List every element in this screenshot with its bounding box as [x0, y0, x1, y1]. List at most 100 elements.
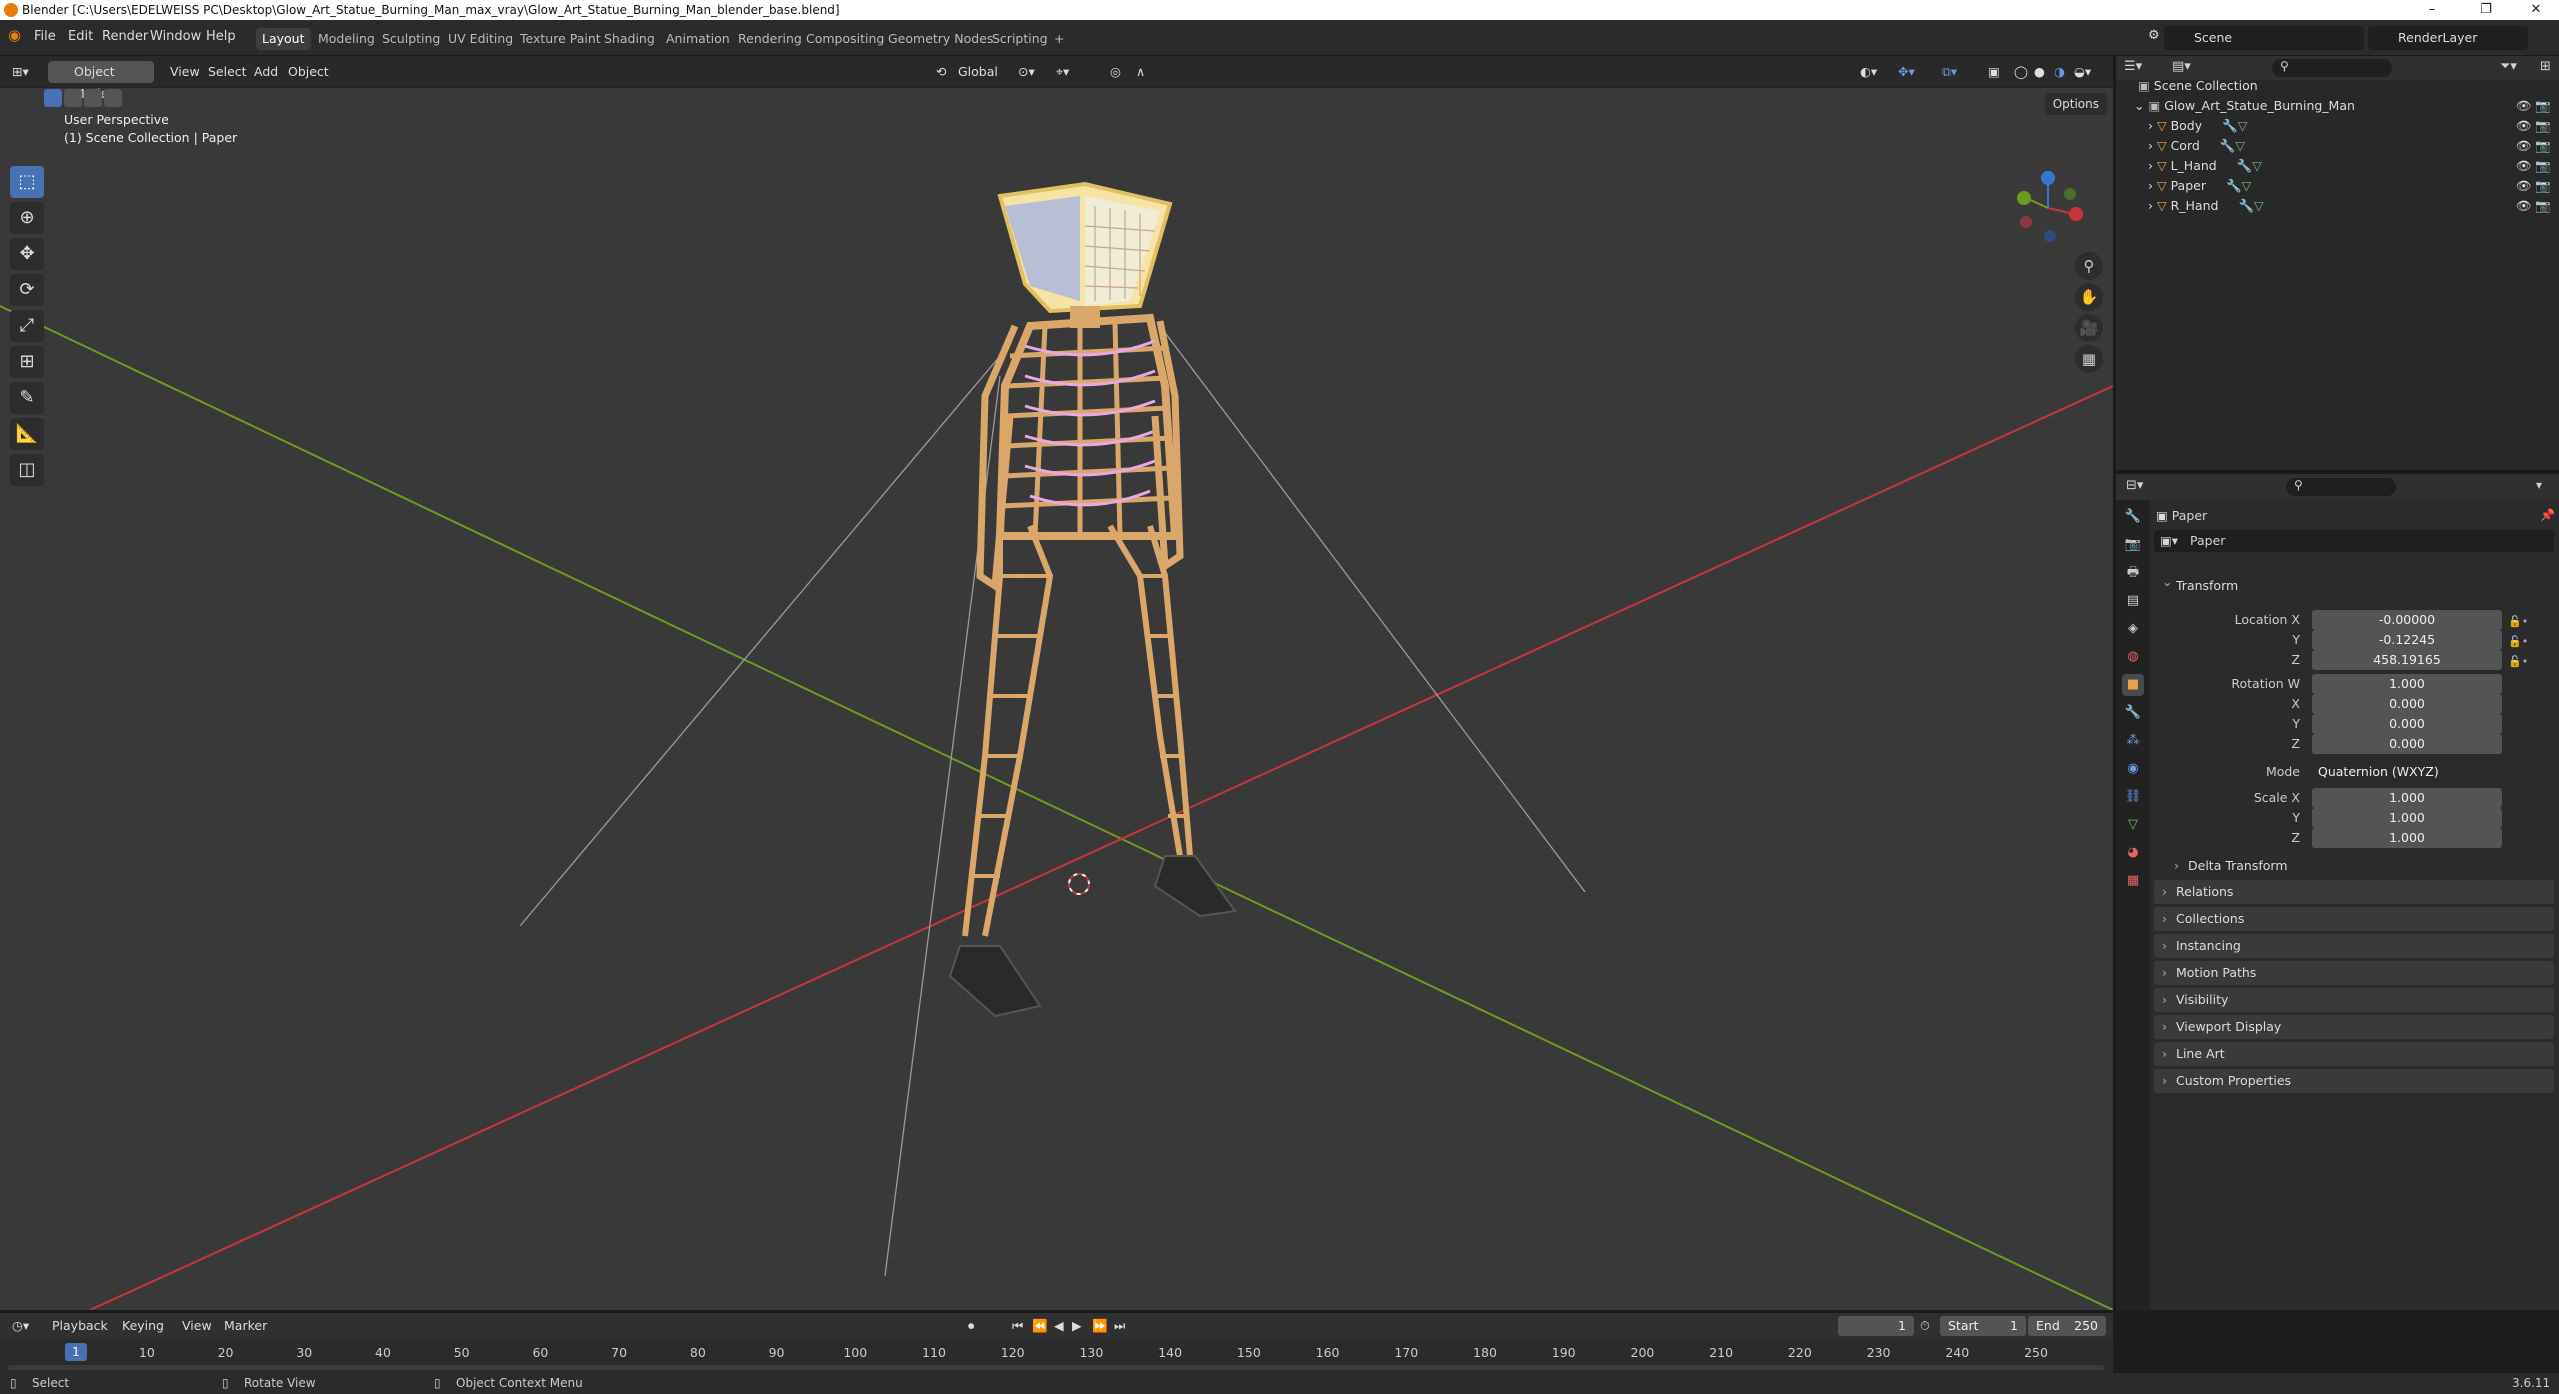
end-frame-field[interactable]: End 250: [2028, 1316, 2106, 1336]
outliner-editor-icon[interactable]: ☰▾: [2124, 59, 2142, 74]
tool-tab-icon[interactable]: 🔧: [2122, 506, 2144, 528]
outliner-collection[interactable]: ⌄ ▣ Glow_Art_Statue_Burning_Man 👁 📷: [2116, 96, 2559, 116]
properties-search-input[interactable]: ⚲: [2286, 478, 2396, 496]
scene-selector[interactable]: Scene: [2164, 26, 2364, 50]
timeline-editor-icon[interactable]: ◷▾: [12, 1317, 29, 1335]
wireframe-shading-icon[interactable]: ◯: [2014, 61, 2028, 83]
tab-animation[interactable]: Animation: [660, 28, 736, 50]
display-mode-icon[interactable]: ▤▾: [2172, 59, 2191, 74]
scale-x-field[interactable]: 1.000: [2312, 788, 2502, 808]
move-tool-icon[interactable]: ✥: [10, 238, 44, 270]
menu-add[interactable]: Add: [254, 61, 278, 83]
tab-compositing[interactable]: Compositing: [800, 28, 890, 50]
menu-view[interactable]: View: [170, 61, 200, 83]
expand-icon[interactable]: ⌄: [2134, 98, 2148, 113]
tab-rendering[interactable]: Rendering: [732, 28, 808, 50]
visibility-icon[interactable]: 👁 📷: [2516, 136, 2551, 156]
render-tab-icon[interactable]: 📷: [2122, 534, 2144, 556]
lock-icons[interactable]: 🔓• 🔓• 🔓•: [2508, 612, 2528, 672]
jump-start-icon[interactable]: ⏮: [1012, 1317, 1023, 1335]
collections-panel-header[interactable]: Collections: [2154, 907, 2554, 931]
scale-y-field[interactable]: 1.000: [2312, 808, 2502, 828]
material-tab-icon[interactable]: ◕: [2122, 842, 2144, 864]
scale-z-field[interactable]: 1.000: [2312, 828, 2502, 848]
tab-uv-editing[interactable]: UV Editing: [442, 28, 519, 50]
outliner-item-r-hand[interactable]: › ▽ R_Hand 🔧▽ 👁 📷: [2116, 196, 2559, 216]
constraints-tab-icon[interactable]: ⛓: [2122, 786, 2144, 808]
menu-help[interactable]: Help: [206, 29, 236, 44]
select-new-icon[interactable]: [44, 89, 62, 107]
new-collection-icon[interactable]: ⊞: [2540, 59, 2551, 74]
tab-scripting[interactable]: Scripting: [986, 28, 1054, 50]
gizmo-toggle-icon[interactable]: ✥▾: [1898, 61, 1915, 83]
outliner-item-cord[interactable]: › ▽ Cord 🔧▽ 👁 📷: [2116, 136, 2559, 156]
menu-render[interactable]: Render: [102, 29, 148, 44]
visibility-icon[interactable]: 👁 📷: [2516, 116, 2551, 136]
viewport-display-panel-header[interactable]: Viewport Display: [2154, 1015, 2554, 1039]
motion-paths-panel-header[interactable]: Motion Paths: [2154, 961, 2554, 985]
menu-playback[interactable]: Playback: [52, 1317, 108, 1335]
location-x-field[interactable]: -0.00000: [2312, 610, 2502, 630]
object-name-field[interactable]: ▣▾ Paper: [2154, 530, 2554, 552]
transform-tool-icon[interactable]: ⊞: [10, 346, 44, 378]
menu-object[interactable]: Object: [288, 61, 329, 83]
material-preview-icon[interactable]: ◑: [2054, 61, 2065, 83]
collection-visibility-icon[interactable]: 👁 📷: [2516, 96, 2551, 116]
rotation-y-field[interactable]: 0.000: [2312, 714, 2502, 734]
annotate-tool-icon[interactable]: ✎: [10, 382, 44, 414]
modifier-tab-icon[interactable]: 🔧: [2122, 702, 2144, 724]
tab-texture-paint[interactable]: Texture Paint: [514, 28, 607, 50]
play-icon[interactable]: ▶: [1072, 1317, 1082, 1335]
rendered-shading-icon[interactable]: ◒▾: [2074, 61, 2091, 83]
proportional-edit-icon[interactable]: ◎: [1110, 61, 1121, 83]
render-layer-selector[interactable]: RenderLayer: [2368, 26, 2528, 50]
expand-icon[interactable]: ›: [2148, 118, 2157, 133]
blender-menu-icon[interactable]: ◉: [8, 26, 21, 44]
ortho-grid-icon[interactable]: ▦: [2075, 345, 2103, 373]
record-icon[interactable]: ⏺: [968, 1317, 974, 1335]
menu-timeline-view[interactable]: View: [182, 1317, 212, 1335]
output-tab-icon[interactable]: 🖶: [2122, 562, 2144, 584]
start-frame-field[interactable]: Start 1: [1940, 1316, 2026, 1336]
cursor-tool-icon[interactable]: ⊕: [10, 202, 44, 234]
mesh-data-tab-icon[interactable]: ▽: [2122, 814, 2144, 836]
editor-type-icon[interactable]: ⊞▾: [12, 61, 29, 83]
add-cube-tool-icon[interactable]: ◫: [10, 454, 44, 486]
physics-tab-icon[interactable]: ◉: [2122, 758, 2144, 780]
texture-tab-icon[interactable]: ▦: [2122, 870, 2144, 892]
tab-modeling[interactable]: Modeling: [312, 28, 381, 50]
timeline-scrollbar[interactable]: [8, 1365, 2104, 1370]
select-tool-icon[interactable]: ⬚: [10, 166, 44, 198]
expand-icon[interactable]: ›: [2148, 138, 2157, 153]
close-button[interactable]: ✕: [2516, 0, 2556, 20]
visibility-panel-header[interactable]: Visibility: [2154, 988, 2554, 1012]
orientation-selector[interactable]: Global: [958, 61, 998, 83]
select-extend-icon[interactable]: [64, 89, 82, 107]
minimize-button[interactable]: –: [2412, 0, 2452, 20]
expand-icon[interactable]: ›: [2148, 198, 2157, 213]
tab-shading[interactable]: Shading: [598, 28, 661, 50]
prev-keyframe-icon[interactable]: ⏪: [1032, 1317, 1048, 1335]
3d-viewport[interactable]: ⊞▾ Object Mode View Select Add Object ⟲ …: [0, 56, 2113, 1310]
rotation-w-field[interactable]: 1.000: [2312, 674, 2502, 694]
mode-selector[interactable]: Object Mode: [48, 61, 154, 101]
playhead-frame[interactable]: 1: [65, 1343, 87, 1361]
rotation-mode-select[interactable]: Quaternion (WXYZ): [2312, 762, 2502, 782]
snap-icon[interactable]: ⌖▾: [1056, 61, 1069, 83]
overlay-toggle-icon[interactable]: ⧉▾: [1942, 61, 1957, 83]
select-invert-icon[interactable]: [104, 89, 122, 107]
rotation-x-field[interactable]: 0.000: [2312, 694, 2502, 714]
pivot-icon[interactable]: ⊙▾: [1018, 61, 1035, 83]
next-keyframe-icon[interactable]: ⏩: [1092, 1317, 1108, 1335]
outliner-scene-collection[interactable]: ▣ Scene Collection: [2116, 76, 2559, 96]
scale-tool-icon[interactable]: ⤢: [10, 310, 44, 342]
measure-tool-icon[interactable]: 📐: [10, 418, 44, 450]
expand-icon[interactable]: ›: [2148, 158, 2157, 173]
tab-layout[interactable]: Layout: [256, 28, 311, 50]
add-workspace-button[interactable]: +: [1048, 28, 1070, 50]
frame-ruler[interactable]: 1 10 20 30 40 50 60 70 80 90 100 110 120 130 140 150 160…: [0, 1341, 2113, 1363]
world-tab-icon[interactable]: ◍: [2122, 646, 2144, 668]
visibility-icon[interactable]: 👁 📷: [2516, 196, 2551, 216]
visibility-icon[interactable]: 👁 📷: [2516, 176, 2551, 196]
rotation-z-field[interactable]: 0.000: [2312, 734, 2502, 754]
